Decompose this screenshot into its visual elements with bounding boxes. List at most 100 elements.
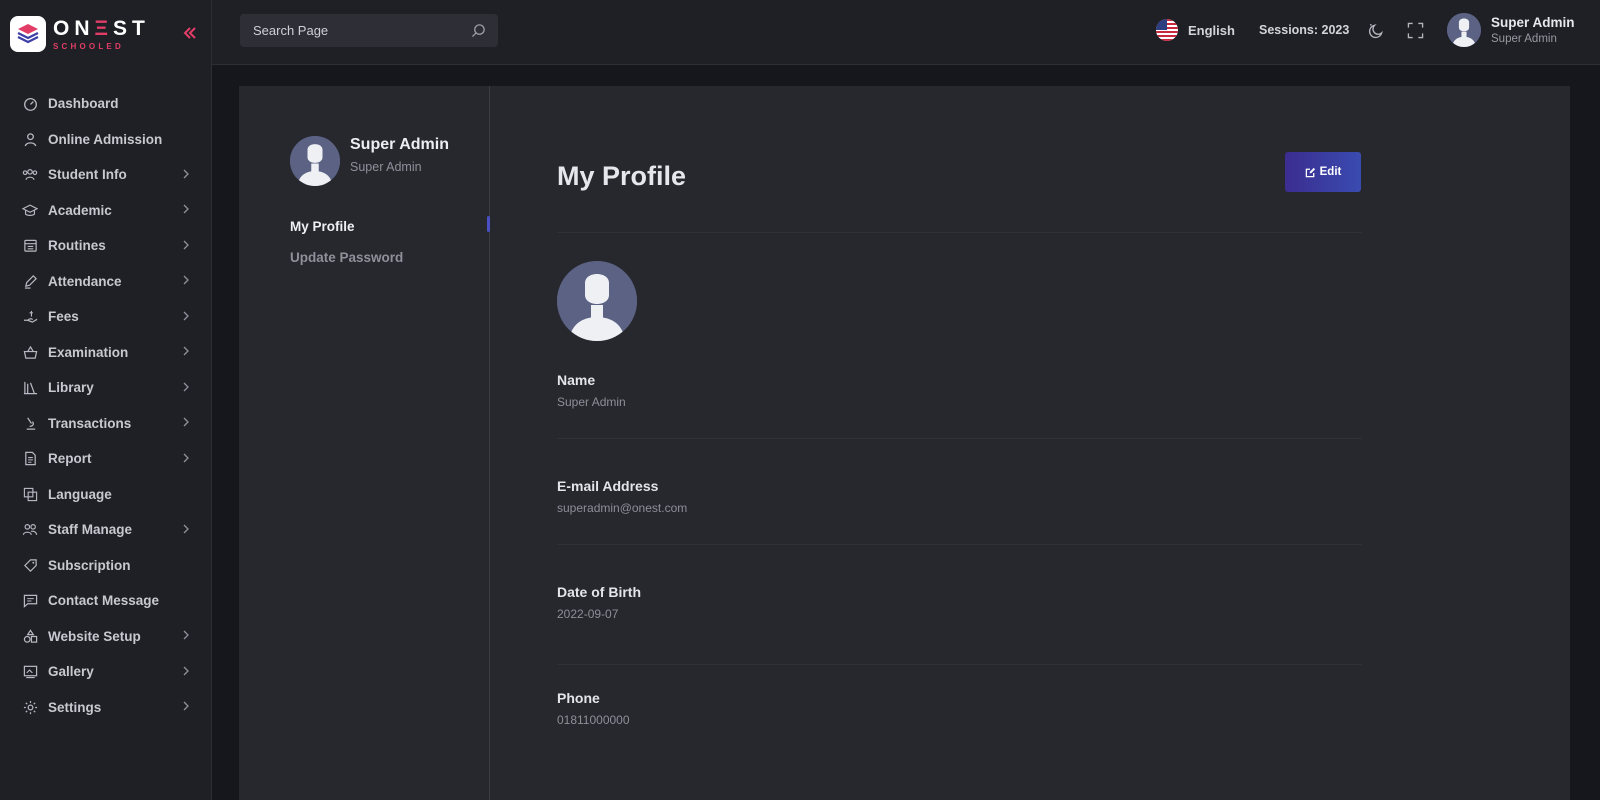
sidebar-item-label: Attendance: [48, 273, 122, 289]
sidebar-item-staff-manage[interactable]: Staff Manage: [0, 512, 212, 548]
us-flag-icon: [1156, 19, 1178, 41]
sidebar-item-label: Fees: [48, 309, 79, 325]
sidebar-item-academic[interactable]: Academic: [0, 193, 212, 229]
field-dob: Date of Birth 2022-09-07: [557, 584, 641, 621]
language-selector[interactable]: English: [1156, 19, 1235, 41]
sidebar-item-label: Online Admission: [48, 131, 163, 147]
chevron-right-icon: [182, 627, 190, 645]
sidebar-item-label: Dashboard: [48, 96, 119, 112]
avatar: [1447, 13, 1481, 47]
search-input[interactable]: [240, 23, 460, 38]
field-label: Date of Birth: [557, 584, 641, 600]
sidebar-item-language[interactable]: Language: [0, 477, 212, 513]
sidebar-item-examination[interactable]: Examination: [0, 335, 212, 371]
page-title: My Profile: [557, 161, 687, 191]
sidebar-item-online-admission[interactable]: Online Admission: [0, 122, 212, 158]
profile-nav: Super Admin Super Admin My Profile Updat…: [239, 86, 490, 800]
books-icon: [22, 380, 38, 396]
my-profile-link[interactable]: My Profile: [290, 219, 355, 234]
language-label: English: [1188, 22, 1235, 38]
sidebar-item-label: Routines: [48, 238, 106, 254]
profile-nav-user: Super Admin Super Admin: [290, 136, 449, 186]
sidebar-item-label: Transactions: [48, 415, 132, 431]
active-link-indicator: [487, 216, 490, 232]
sidebar-item-routines[interactable]: Routines: [0, 228, 212, 264]
user-icon: [22, 131, 38, 147]
field-phone: Phone 01811000000: [557, 690, 630, 727]
field-label: E-mail Address: [557, 478, 659, 494]
profile-card: Super Admin Super Admin My Profile Updat…: [239, 86, 1570, 800]
search-box: [240, 14, 498, 47]
brand-logo-icon: [10, 16, 46, 52]
user-name: Super Admin: [1491, 15, 1575, 30]
sidebar-item-label: Language: [48, 486, 112, 502]
brand[interactable]: ONΞST SCHOOLED: [10, 16, 150, 52]
field-label: Name: [557, 372, 596, 388]
users-icon: [22, 167, 38, 183]
gauge-icon: [22, 96, 38, 112]
field-email: E-mail Address superadmin@onest.com: [557, 478, 687, 515]
field-value: superadmin@onest.com: [557, 501, 688, 515]
chevron-right-icon: [182, 521, 190, 539]
divider: [557, 438, 1362, 439]
translate-icon: [22, 486, 38, 502]
sidebar-item-label: Contact Message: [48, 593, 160, 609]
sidebar-item-contact-message[interactable]: Contact Message: [0, 583, 212, 619]
tag-icon: [22, 557, 38, 573]
user-menu[interactable]: Super Admin Super Admin: [1447, 13, 1575, 47]
message-icon: [22, 593, 38, 609]
field-name: Name Super Admin: [557, 372, 626, 409]
sidebar-item-label: Settings: [48, 699, 102, 715]
avatar: [290, 136, 340, 186]
update-password-link[interactable]: Update Password: [290, 250, 403, 265]
hand-coin-icon: [22, 309, 38, 325]
sidebar-item-transactions[interactable]: Transactions: [0, 406, 212, 442]
chevron-right-icon: [182, 379, 190, 397]
sidebar-item-library[interactable]: Library: [0, 370, 212, 406]
session-label[interactable]: Sessions: 2023: [1259, 23, 1349, 37]
chevron-right-icon: [182, 698, 190, 716]
double-chevron-left-icon[interactable]: [183, 24, 197, 44]
sidebar-item-attendance[interactable]: Attendance: [0, 264, 212, 300]
sidebar-item-report[interactable]: Report: [0, 441, 212, 477]
sidebar-item-subscription[interactable]: Subscription: [0, 548, 212, 584]
chevron-right-icon: [182, 663, 190, 681]
sidebar-item-settings[interactable]: Settings: [0, 690, 212, 726]
sidebar-item-fees[interactable]: Fees: [0, 299, 212, 335]
profile-avatar: [557, 261, 637, 341]
edit-icon: [1305, 167, 1315, 177]
sidebar-item-label: Academic: [48, 202, 112, 218]
chevron-right-icon: [182, 237, 190, 255]
profile-nav-name: Super Admin: [350, 136, 449, 153]
chevron-right-icon: [182, 166, 190, 184]
moon-icon[interactable]: [1368, 22, 1385, 44]
sidebar-item-label: Student Info: [48, 167, 127, 183]
field-label: Phone: [557, 690, 600, 706]
sidebar-item-label: Examination: [48, 344, 129, 360]
divider: [557, 232, 1362, 233]
sidebar-item-student-info[interactable]: Student Info: [0, 157, 212, 193]
sidebar: ONΞST SCHOOLED Dashboard Online Admissio…: [0, 0, 212, 800]
field-value: Super Admin: [557, 395, 626, 409]
calendar-icon: [22, 238, 38, 254]
file-icon: [22, 451, 38, 467]
divider: [557, 544, 1362, 545]
sidebar-item-dashboard[interactable]: Dashboard: [0, 86, 212, 122]
fullscreen-icon[interactable]: [1407, 22, 1424, 44]
basket-icon: [22, 344, 38, 360]
edit-button-label: Edit: [1319, 166, 1342, 178]
sidebar-item-gallery[interactable]: Gallery: [0, 654, 212, 690]
brand-subtitle: SCHOOLED: [53, 41, 124, 51]
sidebar-item-label: Staff Manage: [48, 522, 133, 538]
sidebar-item-label: Website Setup: [48, 628, 141, 644]
search-icon[interactable]: [471, 23, 486, 43]
sidebar-item-website-setup[interactable]: Website Setup: [0, 619, 212, 655]
chevron-right-icon: [182, 450, 190, 468]
shapes-icon: [22, 628, 38, 644]
sidebar-item-label: Subscription: [48, 557, 131, 573]
chevron-right-icon: [182, 414, 190, 432]
edit-button[interactable]: Edit: [1285, 152, 1361, 192]
chevron-right-icon: [182, 272, 190, 290]
sidebar-nav: Dashboard Online Admission Student Info …: [0, 86, 212, 725]
users-icon: [22, 522, 38, 538]
